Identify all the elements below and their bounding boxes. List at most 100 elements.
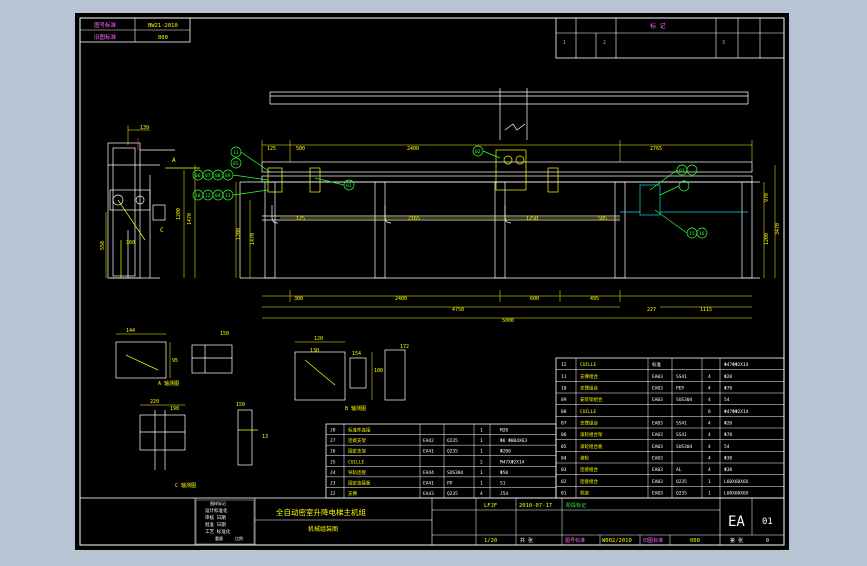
- table-row-spec: L60X60X6X: [724, 479, 749, 485]
- table-row-name: 支撑组合: [580, 385, 598, 392]
- c-dim-13: 13: [262, 434, 268, 440]
- table-row-qty: 1: [480, 449, 483, 455]
- table-row-qty: 4: [708, 432, 711, 438]
- table-row-code: EA03: [652, 421, 663, 427]
- table-row-no: 07: [561, 421, 567, 427]
- dim-top-125: 125: [267, 146, 276, 152]
- revision-num-3: 3: [722, 40, 725, 46]
- table-row-code: EA44: [423, 470, 434, 476]
- table-row-material: PP: [447, 480, 453, 486]
- dim-top-2765: 2765: [650, 146, 662, 152]
- revision-num-1: 1: [563, 40, 566, 46]
- stamp-line-1: 设计标准化: [205, 507, 228, 514]
- dim-left-1470: 1470: [250, 233, 256, 245]
- dim-bottom-227: 227: [647, 307, 656, 313]
- table-row-code: EA43: [423, 491, 434, 497]
- stamp-small-2: 重量: [215, 535, 223, 541]
- side-dim-1200: 1200: [176, 208, 182, 220]
- table-row-qty: 8: [708, 409, 711, 415]
- table-row-qty: 4: [708, 397, 711, 403]
- table-row-spec: Φ47ΦΦ2X14: [724, 409, 749, 415]
- table-row-qty: 1: [480, 470, 483, 476]
- a-dim-150: 150: [220, 331, 229, 337]
- table-row-qty: 4: [708, 421, 711, 427]
- cad-viewport: 图号标准 BW21-2010 旧图标准 000 标 记 1 2 3 139 A …: [0, 0, 867, 562]
- dim-inner-2165: 2165: [408, 216, 420, 222]
- table-row-code: EA41: [423, 480, 434, 486]
- table-row-qty: 1: [708, 479, 711, 485]
- table-row-no: 03: [561, 467, 567, 473]
- balloon-12: 12: [205, 193, 211, 199]
- table-row-spec: M47XΦ2X14: [500, 459, 525, 465]
- stamp-small-3: 比例: [235, 535, 243, 541]
- stamp-small-1: 图样标记: [210, 500, 226, 506]
- table-row-name: 标准件连接: [348, 427, 371, 434]
- table-row-spec: Φ200: [500, 449, 511, 455]
- dim-left-1200: 1200: [236, 228, 242, 240]
- c-dim-190: 190: [170, 406, 179, 412]
- designer: LFJF: [484, 503, 497, 509]
- table-row-spec: Φ20: [724, 374, 732, 380]
- table-row-material: SUS304: [447, 470, 464, 476]
- table-row-spec: 54: [724, 444, 730, 450]
- table-row-qty: 4: [708, 467, 711, 473]
- dim-bottom-600: 600: [530, 296, 539, 302]
- balloon-10: 10: [195, 193, 201, 199]
- table-row-no: 11: [561, 374, 567, 380]
- table-row-name: 支撑组合: [580, 373, 598, 380]
- table-row-qty: 1: [480, 480, 483, 486]
- table-row-code: EA03: [652, 467, 663, 473]
- table-row-no: 06: [561, 432, 567, 438]
- table-row-no: J8: [330, 428, 336, 434]
- table-row-name: 固定连接板: [348, 479, 371, 486]
- table-row-spec: Φ6 ΦB04X63: [500, 438, 527, 444]
- balloon-11: 11: [233, 150, 239, 156]
- table-row-code: EA03: [652, 397, 663, 403]
- balloon-06: 06: [195, 173, 201, 179]
- balloon-01: 01: [346, 183, 352, 189]
- stage-label: 阶段标记: [566, 502, 586, 509]
- table-row-name: 滚轮组合架: [580, 431, 603, 438]
- a-dim-95: 95: [172, 358, 178, 364]
- table-row-spec: 54: [724, 397, 730, 403]
- design-date: 2010-07-17: [519, 503, 552, 509]
- stamp-line-2: 审核 日期: [205, 514, 226, 521]
- dim-bottom-5000: 5000: [502, 318, 514, 324]
- table-row-material: Q235: [676, 479, 687, 485]
- stamp-row1-label: 图号标准: [94, 21, 117, 29]
- drawing-number: W002/2010: [602, 538, 632, 544]
- table-row-no: J5: [330, 459, 336, 465]
- table-row-material: Q235: [447, 491, 458, 497]
- stamp-line-4: 工艺 标准化: [205, 528, 231, 535]
- table-row-no: 10: [561, 386, 567, 392]
- table-row-code: EA03: [652, 444, 663, 450]
- balloon-05: 05: [233, 161, 239, 167]
- dim-bottom-4750: 4750: [452, 307, 464, 313]
- revision-num-2: 2: [603, 40, 606, 46]
- table-row-material: SUS304: [676, 444, 693, 450]
- table-row-material: Q235: [676, 491, 687, 497]
- balloon-08: 08: [215, 173, 221, 179]
- cad-drawing: 图号标准 BW21-2010 旧图标准 000 标 记 1 2 3 139 A …: [0, 0, 867, 562]
- table-row-spec: J54: [500, 491, 508, 497]
- b-dim-172: 172: [400, 344, 409, 350]
- table-row-no: J4: [330, 470, 336, 476]
- page-label: 第 张: [730, 537, 743, 544]
- table-row-name: CUILLE: [580, 362, 597, 368]
- a-dim-144: 144: [126, 328, 135, 334]
- table-row-name: 连接组合: [580, 466, 598, 473]
- table-row-qty: 4: [708, 386, 711, 392]
- table-row-code: EA03: [652, 479, 663, 485]
- c-dim-150: 150: [236, 402, 245, 408]
- side-label-a: A: [172, 157, 176, 164]
- table-row-name: 连接组合: [580, 478, 598, 485]
- side-label-c: C: [160, 227, 164, 234]
- b-dim-130: 130: [310, 348, 319, 354]
- dim-top-2400: 2400: [407, 146, 419, 152]
- dim-top-500: 500: [296, 146, 305, 152]
- b-dim-120: 120: [314, 336, 323, 342]
- drawing-title: 全自动密室升降电梯主机组: [276, 507, 366, 517]
- table-row-name: 机架: [580, 490, 589, 497]
- table-row-code: EA03: [652, 491, 663, 497]
- stamp-row2-value: 000: [158, 35, 168, 41]
